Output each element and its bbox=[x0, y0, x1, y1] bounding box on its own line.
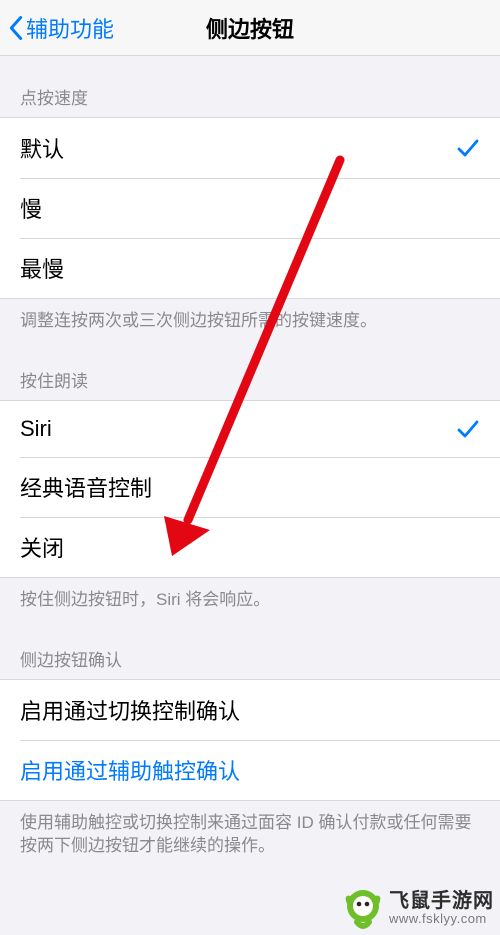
section-footer-speed: 调整连按两次或三次侧边按钮所需的按键速度。 bbox=[0, 299, 500, 339]
option-label: Siri bbox=[20, 416, 456, 442]
section-header-confirm: 侧边按钮确认 bbox=[0, 618, 500, 679]
checkmark-icon bbox=[456, 417, 480, 441]
watermark-title: 飞鼠手游网 bbox=[389, 890, 494, 912]
speed-option-slowest[interactable]: 最慢 bbox=[0, 238, 500, 298]
section-footer-hold: 按住侧边按钮时，Siri 将会响应。 bbox=[0, 578, 500, 618]
hold-option-off[interactable]: 关闭 bbox=[0, 517, 500, 577]
watermark-url: www.fsklyy.com bbox=[389, 912, 494, 926]
hold-option-siri[interactable]: Siri bbox=[0, 401, 500, 457]
hold-group: Siri 经典语音控制 关闭 bbox=[0, 400, 500, 578]
option-label: 默认 bbox=[20, 132, 456, 164]
option-label: 关闭 bbox=[20, 531, 480, 563]
confirm-assistive-touch[interactable]: 启用通过辅助触控确认 bbox=[0, 740, 500, 800]
speed-option-default[interactable]: 默认 bbox=[0, 118, 500, 178]
section-header-speed: 点按速度 bbox=[0, 56, 500, 117]
section-header-hold: 按住朗读 bbox=[0, 339, 500, 400]
option-label: 最慢 bbox=[20, 252, 480, 284]
nav-bar: 辅助功能 侧边按钮 bbox=[0, 0, 500, 56]
watermark: 飞鼠手游网 www.fsklyy.com bbox=[341, 882, 500, 934]
speed-option-slow[interactable]: 慢 bbox=[0, 178, 500, 238]
section-footer-confirm: 使用辅助触控或切换控制来通过面容 ID 确认付款或任何需要按两下侧边按钮才能继续… bbox=[0, 801, 500, 865]
option-label: 经典语音控制 bbox=[20, 471, 480, 503]
speed-group: 默认 慢 最慢 bbox=[0, 117, 500, 299]
watermark-logo-icon bbox=[341, 886, 385, 930]
confirm-switch-control[interactable]: 启用通过切换控制确认 bbox=[0, 680, 500, 740]
option-label: 慢 bbox=[20, 192, 480, 224]
chevron-left-icon bbox=[8, 14, 24, 42]
option-label: 启用通过切换控制确认 bbox=[20, 694, 480, 726]
option-label: 启用通过辅助触控确认 bbox=[20, 754, 480, 786]
back-label: 辅助功能 bbox=[26, 12, 114, 44]
hold-option-classic[interactable]: 经典语音控制 bbox=[0, 457, 500, 517]
back-button[interactable]: 辅助功能 bbox=[0, 12, 114, 44]
confirm-group: 启用通过切换控制确认 启用通过辅助触控确认 bbox=[0, 679, 500, 801]
checkmark-icon bbox=[456, 136, 480, 160]
